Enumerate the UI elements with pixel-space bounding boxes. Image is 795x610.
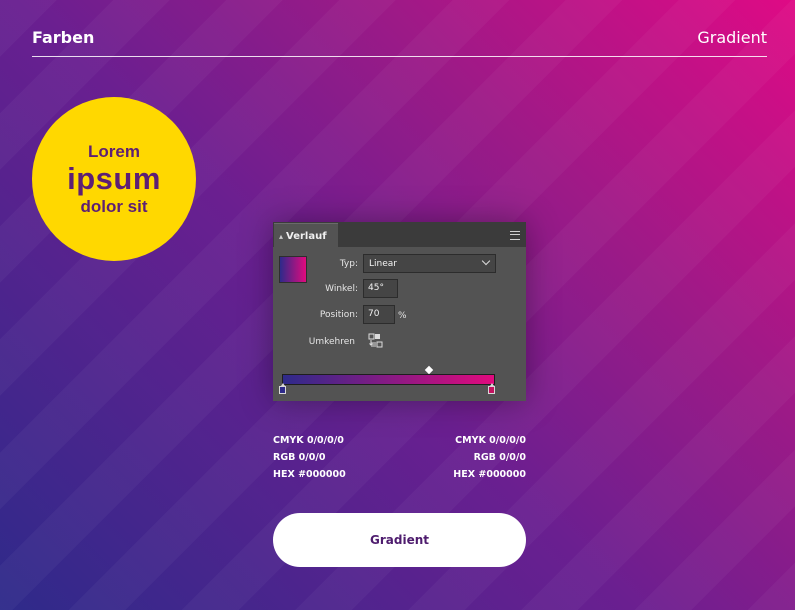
position-label: Position: [319, 310, 358, 320]
hex-value-left: HEX #000000 [273, 469, 346, 480]
gradient-midpoint-handle[interactable] [424, 365, 434, 375]
position-input-value: 70 [368, 309, 380, 319]
yellow-badge: Lorem ipsum dolor sit [32, 97, 196, 261]
cmyk-value-right: CMYK 0/0/0/0 [455, 435, 526, 446]
cmyk-value-left: CMYK 0/0/0/0 [273, 435, 344, 446]
badge-line-3: dolor sit [80, 196, 148, 216]
rgb-value-left: RGB 0/0/0 [273, 452, 326, 463]
color-info-left: CMYK 0/0/0/0 RGB 0/0/0 HEX #000000 [273, 432, 346, 483]
rgb-value-right: RGB 0/0/0 [473, 452, 526, 463]
reverse-gradient-icon[interactable] [368, 333, 384, 349]
collapse-arrows-icon[interactable]: ▴ [279, 232, 283, 241]
angle-input-value: 45° [368, 283, 384, 293]
angle-input[interactable]: 45° [363, 279, 398, 298]
badge-line-2: ipsum [67, 161, 161, 197]
badge-line-1: Lorem [88, 141, 140, 161]
reverse-label: Umkehren [308, 337, 355, 347]
gradient-stop-right[interactable] [488, 383, 495, 394]
position-unit: % [398, 311, 407, 321]
chevron-down-icon [481, 256, 491, 266]
page-title: Farben [32, 28, 95, 47]
type-select[interactable]: Linear [363, 254, 496, 273]
gradient-ramp[interactable] [282, 374, 495, 385]
hex-value-right: HEX #000000 [453, 469, 526, 480]
section-title: Gradient [697, 28, 767, 47]
gradient-swatch[interactable] [279, 256, 307, 283]
gradient-panel: ▴ Verlauf Typ: Linear Winkel: 45° Positi… [273, 222, 526, 401]
type-select-value: Linear [369, 259, 397, 269]
color-info-right: CMYK 0/0/0/0 RGB 0/0/0 HEX #000000 [400, 432, 526, 483]
page-header: Farben Gradient [32, 26, 767, 57]
type-label: Typ: [339, 259, 358, 269]
gradient-button[interactable]: Gradient [273, 513, 526, 567]
panel-menu-icon[interactable] [510, 231, 520, 240]
tab-label: Verlauf [286, 231, 327, 242]
angle-label: Winkel: [325, 284, 358, 294]
position-input[interactable]: 70 [363, 305, 395, 324]
tab-verlauf[interactable]: ▴ Verlauf [274, 223, 338, 249]
gradient-stop-left[interactable] [279, 383, 286, 394]
